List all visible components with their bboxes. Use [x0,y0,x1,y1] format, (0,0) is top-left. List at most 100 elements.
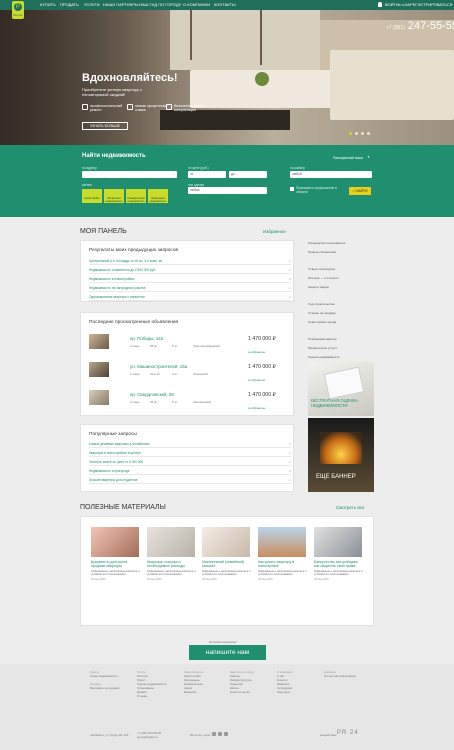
price-from-input[interactable]: от [188,171,226,178]
logo[interactable]: P Регион [12,1,24,19]
slider-dot-4[interactable] [367,132,370,135]
listing-price: 1 470 000 ₽ [248,336,276,342]
listing-price: 1 470 000 ₽ [248,364,276,370]
label-address: по адресу [82,166,97,170]
footer-col: О компании О нас Новости Вакансии Сотрудники… [277,670,293,694]
sidebar-item[interactable]: Подача объявления [308,250,336,254]
sidebar-item[interactable]: Оценка недвижимости [308,355,339,359]
nav-contacts[interactable]: КОНТАКТЫ [214,2,236,7]
listing-photo[interactable] [89,334,109,349]
second-banner[interactable]: ЕЩЕ БАННЕР [308,418,374,492]
category-secondary[interactable]: Вторичная недвижимость [104,189,124,203]
facebook-icon[interactable] [218,732,222,736]
article-image[interactable] [202,527,250,557]
add-favorite-link[interactable]: в избранное [248,406,265,410]
sidebar-item[interactable]: Руководство пользователя [308,241,345,245]
search-section [0,145,454,217]
learn-more-button[interactable]: УЗНАТЬ БОЛЬШЕ [82,122,128,130]
repair-icon [82,104,88,110]
add-favorite-link[interactable]: в избранное [248,378,265,382]
sidebar-item[interactable]: Отзывы на продажу [308,311,336,315]
footer-col: Контакты Контактная информация [324,670,357,678]
category-new-buildings[interactable]: Новостройки [82,189,102,203]
article-image[interactable] [91,527,139,557]
listing-photo[interactable] [89,390,109,405]
nav-services[interactable]: УСЛУГИ [84,2,100,7]
extended-search-link[interactable]: Расширенный поиск [333,156,363,160]
sidebar-item[interactable]: Новостройки города [308,320,336,324]
popular-item[interactable]: Лучшие квартиры для студентов ⌕ [89,478,291,484]
pen-icon [323,366,365,400]
user-icon [378,2,382,7]
article[interactable]: Квартира: покупка и необходимые расходы И… [147,560,197,583]
slider-dot-3[interactable] [361,132,364,135]
sidebar-item[interactable]: Планировки квартир [308,337,337,341]
slider-dot-2[interactable] [355,132,358,135]
popular-item[interactable]: Недвижимость в пригороде ⌕ [89,469,291,475]
nav-sell[interactable]: ПРОДАТЬ [60,2,79,7]
search-icon: ⌕ [288,460,291,464]
listing-rooms: 1 комн. [130,372,141,376]
hero-title: Вдохновляйтесь! [82,72,178,84]
article[interactable]: Документы для купли-продажи квартиры Инфо… [91,560,141,583]
listing-photo[interactable] [89,362,109,377]
address-input[interactable]: ⌕ [82,171,177,178]
article-image[interactable] [258,527,306,557]
popular-item[interactable]: Самые дешёвые квартиры в Челябинске ⌕ [89,442,291,448]
see-all-link[interactable]: Смотреть все [336,505,364,510]
region-checkbox[interactable] [290,187,294,191]
useful-title: ПОЛЕЗНЫЕ МАТЕРИАЛЫ [80,504,166,511]
nav-buy[interactable]: КУПИТЬ [40,2,56,7]
banner-text: ЕЩЕ БАННЕР [316,474,356,480]
category-commercial[interactable]: Коммерческая недвижимость [126,189,146,203]
sidebar-item[interactable]: Акции и скидки [308,285,329,289]
vk-icon[interactable] [212,732,216,736]
nav-partners[interactable]: НАШИ ПАРТНЕРЫ [103,2,138,7]
valuation-banner[interactable]: БЕСПЛАТНАЯ ОЦЕНКА НЕДВИЖИМОСТИ [308,362,374,416]
sidebar-item[interactable]: Юридические услуги [308,346,337,350]
developer-logo[interactable]: PR 24 [337,730,359,736]
hero-phone[interactable]: +7 (351) 247-55-55 [386,20,454,32]
results-item[interactable]: Центральный р-н, площадь от 40 м², 3-4 к… [89,259,291,265]
hero-feature-1: профессиональный ремонт [90,104,123,112]
category-country[interactable]: Загородная недвижимость [148,189,168,203]
logo-icon: P [14,3,22,11]
listing-title[interactable]: ул. Машиностроителей, 15а [130,364,187,369]
listing-title[interactable]: пр. Свердловский, 28 [130,392,174,397]
panel-title: МОЯ ПАНЕЛЬ [80,228,127,235]
article[interactable]: Материнский (семейный) капитал Информация… [202,560,252,583]
sidebar-item[interactable]: Ипотека — это просто [308,276,339,280]
favorites-link[interactable]: Избранное [263,229,286,234]
results-item[interactable]: Однокомнатная квартира с ремонтом ⌕ [89,295,291,301]
nav-about[interactable]: О КОМПАНИИ [183,2,210,7]
article-image[interactable] [314,527,362,557]
footer-email[interactable]: group@region.ru [137,735,158,739]
slider-dot-1[interactable] [349,132,352,135]
popular-item[interactable]: Элитное жильё по цене от 6 000 000 ⌕ [89,460,291,466]
article-image[interactable] [147,527,195,557]
article[interactable]: Банкротство застройщика: как защитить св… [314,560,364,583]
results-item[interactable]: Недвижимость в новостройках ⌕ [89,277,291,283]
add-favorite-link[interactable]: в избранное [248,350,265,354]
login-link[interactable]: ВОЙТИ [385,2,399,7]
find-button[interactable]: ⌕ НАЙТИ [349,187,371,195]
article[interactable]: Как купить квартиру в новостройке Информа… [258,560,308,583]
results-item[interactable]: Недвижимость на загородном участке ⌕ [89,286,291,292]
sidebar-item[interactable]: Ответы на вопросы [308,267,335,271]
nav-guide[interactable]: НАШ ГИД ПО ГОРОДУ [139,2,181,7]
price-to-input[interactable]: до [229,171,267,178]
write-us-button[interactable]: напишите нам [189,645,266,660]
deal-type-select[interactable]: любая [188,187,267,194]
twitter-icon[interactable] [224,732,228,736]
listing-title[interactable]: пр. Победы, 142 [130,336,163,341]
search-icon: ⌕ [288,286,291,290]
results-item[interactable]: Недвижимость стоимостью до 2 500 000 руб… [89,268,291,274]
popular-title: Популярные запросы [89,432,137,437]
listing-district: Калининский [193,400,211,404]
listing-floor: 3 эт. [172,372,178,376]
popular-item[interactable]: Квартиры в новостройках в центре ⌕ [89,451,291,457]
sidebar-item[interactable]: Ход строительства [308,302,334,306]
register-link[interactable]: ЗАРЕГИСТРИРОВАТЬСЯ [405,2,453,7]
district-select[interactable]: любой [290,171,372,178]
or-text: или [398,2,405,7]
